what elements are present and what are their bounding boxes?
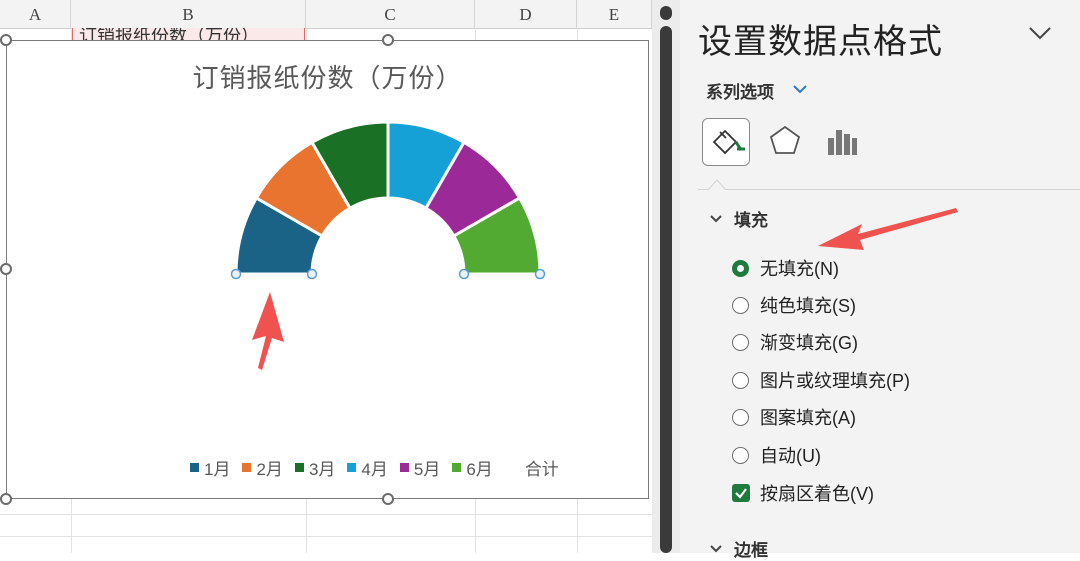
chevron-down-icon <box>710 544 722 552</box>
border-section-header[interactable]: 边框 <box>708 536 768 561</box>
resize-handle-top[interactable] <box>382 34 394 46</box>
radio-button[interactable] <box>732 296 749 314</box>
radio-button[interactable] <box>732 446 749 464</box>
legend-label: 2月 <box>256 459 283 479</box>
chevron-down-icon[interactable] <box>1025 18 1055 48</box>
effects-tab[interactable] <box>762 118 810 166</box>
series-options-dropdown[interactable]: 系列选项 <box>706 78 774 103</box>
slice-selection-handle[interactable] <box>458 268 470 280</box>
option-label: 按扇区着色(V) <box>760 484 874 504</box>
vertical-scrollbar[interactable] <box>652 0 680 553</box>
scroll-up-button[interactable] <box>660 6 672 20</box>
legend-label: 5月 <box>413 459 441 479</box>
option-label: 纯色填充(S) <box>760 296 856 316</box>
resize-handle-top-left[interactable] <box>0 34 12 46</box>
chevron-down-icon <box>710 214 722 222</box>
slice-selection-handle[interactable] <box>534 268 546 280</box>
fill-line-tab[interactable] <box>702 118 750 166</box>
fill-section-header[interactable]: 填充 <box>708 206 768 231</box>
chart-legend[interactable]: 1月 2月 3月 4月 5月 6月 合计 <box>190 455 559 480</box>
checkmark-icon <box>735 488 747 499</box>
annotation-arrow-left <box>818 208 958 250</box>
legend-swatch <box>294 462 304 472</box>
legend-entry-6[interactable]: 6月 <box>452 455 493 480</box>
radio-automatic[interactable]: 自动(U) <box>732 442 821 468</box>
resize-handle-bottom-left[interactable] <box>0 493 12 505</box>
checkbox[interactable] <box>732 484 750 502</box>
option-label: 无填充(N) <box>760 259 839 279</box>
legend-label: 1月 <box>204 459 231 479</box>
scrollbar-thumb[interactable] <box>660 26 672 553</box>
fill-section-label: 填充 <box>734 211 768 230</box>
border-section-label: 边框 <box>734 541 768 560</box>
legend-entry-2[interactable]: 2月 <box>242 455 283 480</box>
option-label: 渐变填充(G) <box>760 333 858 353</box>
legend-label: 6月 <box>466 459 493 479</box>
radio-pattern-fill[interactable]: 图案填充(A) <box>732 404 856 430</box>
legend-swatch <box>242 462 252 472</box>
radio-button[interactable] <box>732 408 749 426</box>
annotation-arrow-up <box>252 292 284 370</box>
checkbox-vary-colors[interactable]: 按扇区着色(V) <box>732 480 874 506</box>
legend-entry-5[interactable]: 5月 <box>399 455 441 480</box>
radio-button[interactable] <box>732 259 749 277</box>
legend-entry-4[interactable]: 4月 <box>347 455 388 480</box>
format-data-point-pane: 设置数据点格式 系列选项 填充 无填充(N) 纯色填充(S) 渐变填充(G) 图… <box>680 0 1080 560</box>
legend-entry-3[interactable]: 3月 <box>294 455 336 480</box>
pane-title: 设置数据点格式 <box>698 23 943 61</box>
radio-button[interactable] <box>732 371 749 389</box>
radio-button[interactable] <box>732 333 749 351</box>
option-label: 图案填充(A) <box>760 408 856 428</box>
pentagon-icon <box>769 125 801 154</box>
legend-swatch <box>452 462 462 472</box>
legend-swatch <box>399 462 409 472</box>
option-label: 图片或纹理填充(P) <box>760 371 910 391</box>
resize-handle-left[interactable] <box>0 263 12 275</box>
legend-entry-total[interactable]: 合计 <box>525 455 559 480</box>
legend-label: 4月 <box>361 459 388 479</box>
radio-gradient-fill[interactable]: 渐变填充(G) <box>732 329 858 355</box>
radio-no-fill[interactable]: 无填充(N) <box>732 255 839 281</box>
bar-chart-icon <box>828 130 857 155</box>
radio-picture-fill[interactable]: 图片或纹理填充(P) <box>732 367 910 393</box>
paint-bucket-icon <box>712 129 745 155</box>
legend-swatch <box>190 462 199 472</box>
slice-selection-handle[interactable] <box>230 268 242 280</box>
tab-divider <box>698 189 1080 190</box>
legend-swatch <box>347 462 357 472</box>
chevron-down-icon[interactable] <box>790 80 810 98</box>
legend-label: 3月 <box>308 459 336 479</box>
resize-handle-bottom[interactable] <box>382 493 394 505</box>
slice-selection-handle[interactable] <box>306 268 318 280</box>
radio-solid-fill[interactable]: 纯色填充(S) <box>732 292 856 318</box>
legend-entry-1[interactable]: 1月 <box>190 455 230 480</box>
series-options-tab[interactable] <box>818 118 866 166</box>
option-label: 自动(U) <box>760 446 821 466</box>
tab-pointer <box>708 179 726 190</box>
